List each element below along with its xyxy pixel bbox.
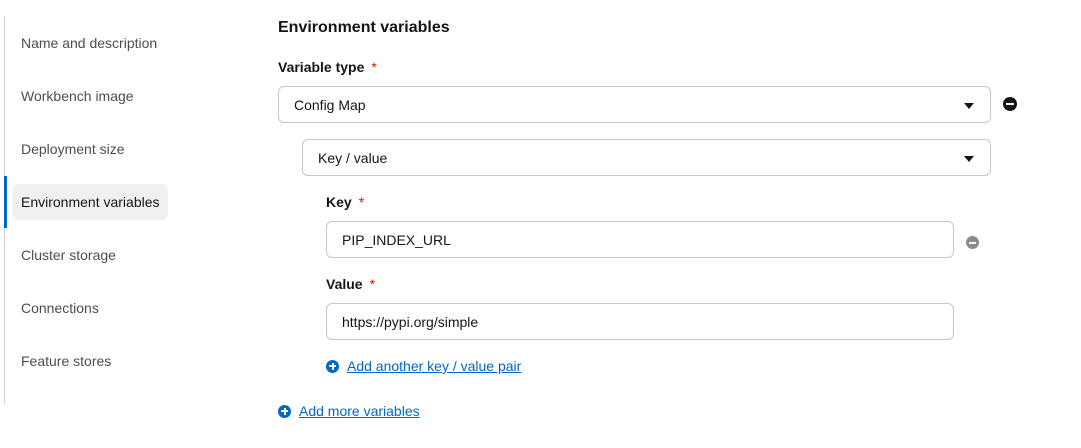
active-indicator <box>4 176 7 228</box>
remove-pair-icon[interactable] <box>966 236 979 249</box>
caret-down-icon <box>964 102 974 109</box>
key-label-text: Key <box>326 194 352 210</box>
caret-down-icon <box>964 155 974 162</box>
plus-circle-icon <box>278 404 291 418</box>
nav-item-workbench-image[interactable]: Workbench image <box>13 78 142 114</box>
variable-type-label: Variable type * <box>278 59 377 75</box>
nav-item-deployment-size[interactable]: Deployment size <box>13 131 133 167</box>
jump-links-nav: Name and description Workbench image Dep… <box>4 16 205 404</box>
value-label: Value * <box>326 276 375 292</box>
key-input-value: PIP_INDEX_URL <box>342 231 451 248</box>
remove-variable-icon[interactable] <box>1003 97 1017 111</box>
value-label-text: Value <box>326 276 363 292</box>
value-input[interactable]: https://pypi.org/simple <box>326 303 954 340</box>
nav-item-connections[interactable]: Connections <box>13 290 107 326</box>
plus-circle-icon <box>326 359 339 373</box>
nav-item-name-and-description[interactable]: Name and description <box>13 25 165 61</box>
add-key-value-pair-label: Add another key / value pair <box>347 358 522 374</box>
nav-item-cluster-storage[interactable]: Cluster storage <box>13 237 124 273</box>
key-input[interactable]: PIP_INDEX_URL <box>326 221 954 258</box>
key-label: Key * <box>326 194 364 210</box>
add-key-value-pair-button[interactable]: Add another key / value pair <box>326 358 521 374</box>
section-title: Environment variables <box>278 19 450 36</box>
nav-item-environment-variables[interactable]: Environment variables <box>13 184 168 220</box>
config-type-select[interactable]: Key / value <box>302 139 991 176</box>
variable-type-label-text: Variable type <box>278 59 365 75</box>
variable-type-select[interactable]: Config Map <box>278 86 991 123</box>
required-marker: * <box>371 59 377 75</box>
required-marker: * <box>358 194 365 210</box>
add-more-variables-button[interactable]: Add more variables <box>278 403 420 419</box>
config-type-selected: Key / value <box>318 149 388 166</box>
add-more-variables-label: Add more variables <box>299 403 420 419</box>
required-marker: * <box>369 276 376 292</box>
variable-type-selected: Config Map <box>294 96 366 113</box>
nav-item-feature-stores[interactable]: Feature stores <box>13 343 119 379</box>
workbench-form-page: Name and description Workbench image Dep… <box>0 0 1081 448</box>
value-input-value: https://pypi.org/simple <box>342 313 479 330</box>
